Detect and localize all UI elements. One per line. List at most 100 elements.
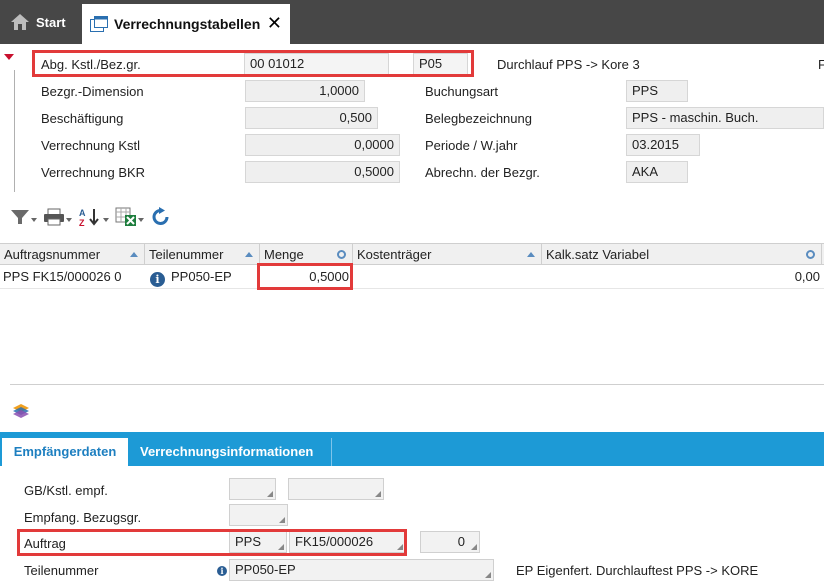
beschaeftigung-label: Beschäftigung [41, 111, 124, 126]
auftrag-number-value: FK15/000026 [295, 534, 374, 549]
column-header-teilenummer[interactable]: Teilenummer [145, 244, 260, 265]
abg-kstl-label: Abg. Kstl./Bez.gr. [41, 57, 141, 72]
periode-label: Periode / W.jahr [425, 138, 518, 153]
print-icon [44, 208, 64, 226]
bezgr-dimension-label: Bezgr.-Dimension [41, 84, 144, 99]
tab-verrechnungstabellen[interactable]: Verrechnungstabellen ✕ [82, 4, 290, 44]
abg-code-field[interactable]: P05 [413, 53, 468, 75]
belegbezeichnung-field[interactable]: PPS - maschin. Buch. [626, 107, 824, 129]
verrechnung-bkr-field[interactable]: 0,5000 [245, 161, 400, 183]
info-icon[interactable]: i [217, 566, 227, 576]
close-icon[interactable]: ✕ [267, 14, 282, 32]
lookup-corner-icon [279, 517, 285, 523]
circle-icon [337, 250, 346, 259]
tab-start[interactable]: Start [0, 0, 80, 44]
buchungsart-label: Buchungsart [425, 84, 498, 99]
periode-field[interactable]: 03.2015 [626, 134, 700, 156]
cell-menge: 0,5000 [309, 269, 349, 284]
auftrag-number-field[interactable]: FK15/000026 [289, 531, 406, 553]
cell-teilenummer: i PP050-EP [147, 265, 260, 288]
gb-kstl-field-2[interactable] [288, 478, 384, 500]
buchungsart-field[interactable]: PPS [626, 80, 688, 102]
column-header-kalksatz[interactable]: Kalk.satz Variabel [542, 244, 822, 265]
column-header-auftragsnummer[interactable]: Auftragsnummer [0, 244, 145, 265]
lookup-corner-icon [267, 491, 273, 497]
right-edge-text: F [818, 57, 824, 72]
auftrag-pos-field[interactable]: 0 [420, 531, 480, 553]
column-header-menge[interactable]: Menge [260, 244, 353, 265]
verrechnung-kstl-field[interactable]: 0,0000 [245, 134, 400, 156]
abrechn-label: Abrechn. der Bezgr. [425, 165, 540, 180]
collapse-arrow-icon[interactable] [4, 54, 14, 60]
auftrag-type-value: PPS [235, 534, 262, 549]
export-button[interactable] [115, 207, 144, 227]
verrechnung-kstl-label: Verrechnung Kstl [41, 138, 141, 153]
table-row[interactable]: PPS FK15/000026 0 i PP050-EP 0,5000 0,00 [0, 265, 824, 289]
column-label: Auftragsnummer [4, 247, 101, 262]
chevron-down-icon [138, 218, 144, 222]
grid-header: Auftragsnummer Teilenummer Menge Kostent… [0, 243, 824, 265]
beschaeftigung-field[interactable]: 0,500 [245, 107, 378, 129]
detail-tab-bar: Empfängerdaten Verrechnungsinformationen [0, 432, 824, 466]
verrechnung-bkr-label: Verrechnung BKR [41, 165, 146, 180]
bezgr-dimension-field[interactable]: 1,0000 [245, 80, 365, 102]
column-label: Kalk.satz Variabel [546, 247, 650, 262]
form-divider [14, 70, 15, 192]
auftrag-pos-value: 0 [457, 534, 465, 549]
grid-bottom-divider [10, 384, 824, 385]
gb-kstl-field-1[interactable] [229, 478, 276, 500]
empfang-bezugsgr-label: Empfang. Bezugsgr. [24, 510, 142, 525]
tab-bar: Start Verrechnungstabellen ✕ [0, 0, 824, 44]
sort-az-icon: A Z [79, 208, 99, 227]
auftrag-label: Auftrag [24, 536, 66, 551]
cell-teilenummer-text: PP050-EP [171, 269, 232, 284]
belegbezeichnung-label: Belegbezeichnung [425, 111, 532, 126]
circle-icon [806, 250, 815, 259]
lookup-corner-icon [278, 544, 284, 550]
gb-kstl-label: GB/Kstl. empf. [24, 483, 108, 498]
home-icon [11, 14, 29, 30]
sort-button[interactable]: A Z [78, 207, 109, 227]
abg-description: Durchlauf PPS -> Kore 3 [497, 57, 640, 72]
column-header-kostentraeger[interactable]: Kostenträger [353, 244, 542, 265]
lookup-corner-icon [397, 544, 403, 550]
excel-export-icon [115, 207, 136, 226]
column-label: Menge [264, 247, 304, 262]
lookup-corner-icon [485, 572, 491, 578]
empfang-bezugsgr-field[interactable] [229, 504, 288, 526]
auftrag-type-field[interactable]: PPS [229, 531, 287, 553]
cell-auftragsnummer: PPS FK15/000026 0 [3, 269, 122, 284]
print-button[interactable] [43, 208, 72, 226]
column-label: Teilenummer [149, 247, 224, 262]
lookup-corner-icon [375, 491, 381, 497]
abg-kstl-field[interactable]: 00 01012 [244, 53, 389, 75]
cell-kalksatz: 0,00 [794, 269, 820, 284]
info-icon[interactable]: i [150, 272, 165, 287]
filter-button[interactable] [10, 208, 37, 226]
sort-icon [245, 252, 253, 257]
chevron-down-icon [66, 218, 72, 222]
grid-toolbar: A Z [10, 205, 172, 229]
chevron-down-icon [103, 218, 109, 222]
teilenummer-description: EP Eigenfert. Durchlauftest PPS -> KORE [516, 563, 759, 578]
cell-kostentraeger [353, 265, 542, 288]
tab-verrechnungsinformationen[interactable]: Verrechnungsinformationen [132, 438, 332, 466]
svg-text:Z: Z [79, 218, 85, 227]
teilenummer-label: Teilenummer [24, 563, 99, 578]
chevron-down-icon [31, 218, 37, 222]
sort-icon [527, 252, 535, 257]
layers-icon[interactable] [10, 402, 32, 420]
teilenummer-value: PP050-EP [235, 562, 296, 577]
svg-text:A: A [79, 208, 86, 218]
tab-empfaengerdaten[interactable]: Empfängerdaten [2, 438, 128, 466]
refresh-icon [152, 207, 169, 225]
filter-icon [11, 210, 29, 224]
sort-icon [130, 252, 138, 257]
abrechn-field[interactable]: AKA [626, 161, 688, 183]
column-label: Kostenträger [357, 247, 432, 262]
window-icon [90, 16, 108, 32]
refresh-button[interactable] [150, 206, 172, 228]
teilenummer-field[interactable]: PP050-EP [229, 559, 494, 581]
tab-start-label: Start [36, 14, 66, 30]
tab-active-label: Verrechnungstabellen [114, 16, 261, 32]
